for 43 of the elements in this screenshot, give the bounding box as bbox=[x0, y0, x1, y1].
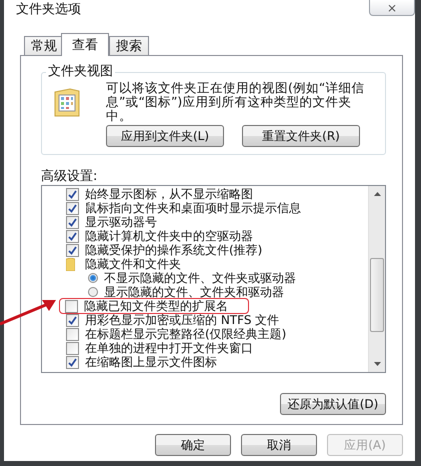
option-label: 在标题栏显示完整路径(仅限经典主题) bbox=[85, 328, 286, 340]
button[interactable]: 应用到文件夹(L) bbox=[106, 125, 224, 147]
option-label: 显示驱动器号 bbox=[85, 216, 157, 228]
checkbox[interactable] bbox=[66, 314, 79, 326]
checkbox[interactable] bbox=[66, 356, 79, 368]
checkbox[interactable] bbox=[66, 188, 79, 200]
checkbox[interactable] bbox=[66, 342, 79, 354]
scrollbar[interactable] bbox=[368, 186, 385, 372]
folder-view-icon bbox=[54, 88, 80, 118]
option-label: 用彩色显示加密或压缩的 NTFS 文件 bbox=[85, 314, 280, 326]
option-label: 鼠标指向文件夹和桌面项时显示提示信息 bbox=[85, 202, 301, 214]
checkbox[interactable] bbox=[66, 244, 79, 256]
option-label: 隐藏文件和文件夹 bbox=[85, 258, 181, 270]
group-title: 文件夹视图 bbox=[46, 64, 115, 80]
window-title: 文件夹选项 bbox=[15, 1, 81, 18]
scroll-up-icon[interactable] bbox=[374, 192, 380, 196]
scroll-down-icon[interactable] bbox=[374, 362, 380, 366]
button[interactable]: 确定 bbox=[155, 434, 231, 456]
option-label: 始终显示图标，从不显示缩略图 bbox=[85, 188, 253, 200]
option-label: 显示隐藏的文件、文件夹和驱动器 bbox=[104, 286, 284, 298]
section-label: 高级设置: bbox=[41, 169, 98, 184]
radio-button[interactable] bbox=[88, 287, 98, 297]
option-label: 在缩略图上显示文件图标 bbox=[85, 356, 217, 368]
option-label: 隐藏受保护的操作系统文件(推荐) bbox=[85, 244, 262, 256]
radio-button[interactable] bbox=[88, 273, 98, 283]
tab[interactable]: 常规 bbox=[24, 36, 64, 55]
button[interactable]: 还原为默认值(D) bbox=[280, 393, 386, 415]
folder-icon bbox=[66, 258, 75, 270]
button[interactable]: 取消 bbox=[241, 434, 317, 456]
option-label: 隐藏计算机文件夹中的空驱动器 bbox=[85, 230, 253, 242]
description-text: 可以将该文件夹正在使用的视图(例如“详细信息”或“图标”)应用到所有这种类型的文件夹中。 bbox=[106, 81, 366, 123]
close-button[interactable]: × bbox=[369, 0, 415, 16]
button[interactable]: 重置文件夹(R) bbox=[242, 125, 360, 147]
checkbox[interactable] bbox=[66, 216, 79, 228]
option-label: 不显示隐藏的文件、文件夹或驱动器 bbox=[104, 272, 296, 284]
checkbox[interactable] bbox=[65, 300, 78, 312]
option-label: 隐藏已知文件类型的扩展名 bbox=[84, 300, 228, 312]
tab[interactable]: 搜索 bbox=[109, 36, 149, 55]
checkbox[interactable] bbox=[66, 202, 79, 214]
checkbox[interactable] bbox=[66, 230, 79, 242]
checkbox[interactable] bbox=[66, 328, 79, 340]
tab[interactable]: 查看 bbox=[61, 33, 109, 56]
option-label: 在单独的进程中打开文件夹窗口 bbox=[85, 342, 253, 354]
